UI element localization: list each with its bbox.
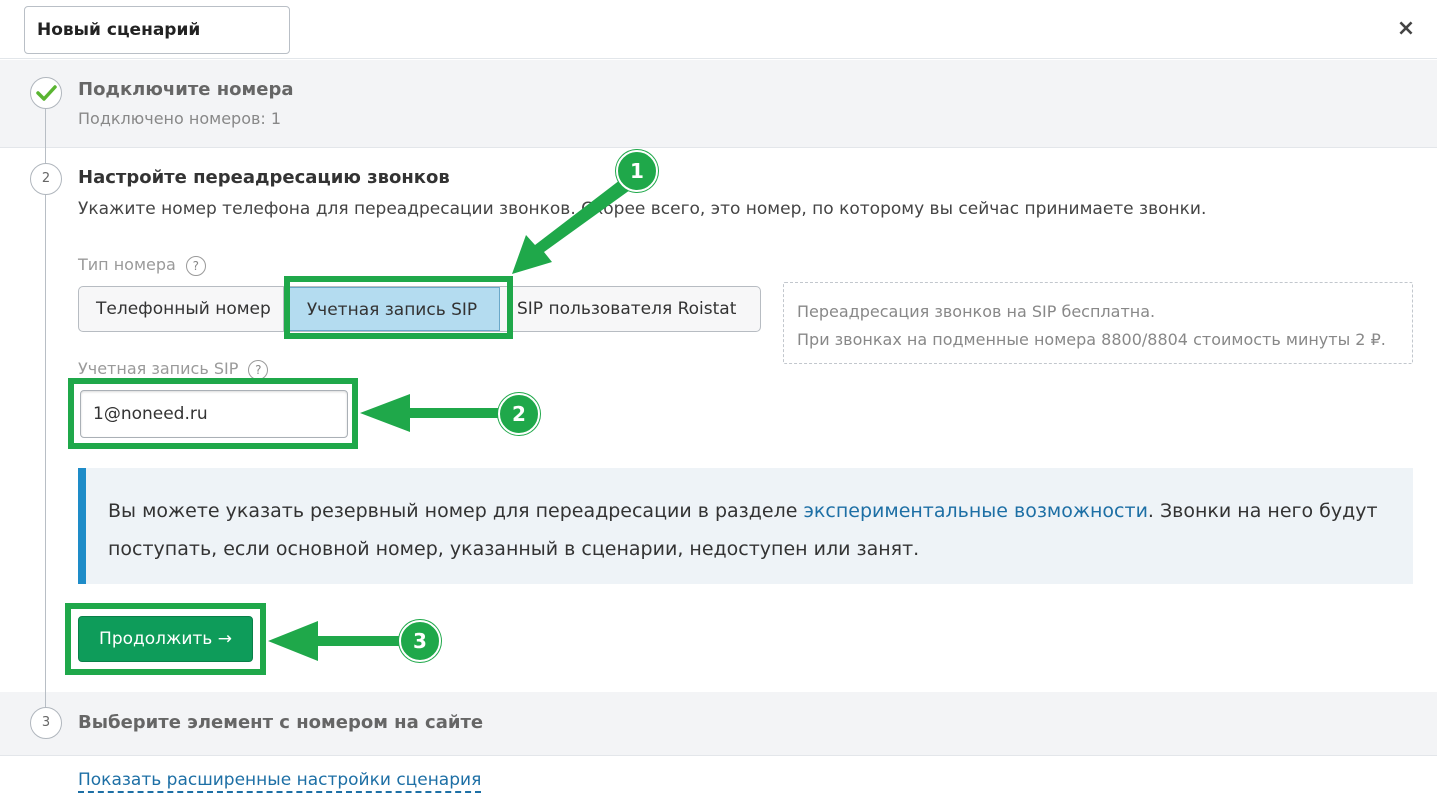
scenario-name-input[interactable]: Новый сценарий — [24, 6, 290, 54]
hint-line-2: При звонках на подменные номера 8800/880… — [797, 330, 1386, 349]
hint-line-1: Переадресация звонков на SIP бесплатна. — [797, 302, 1156, 321]
type-roistat-sip-button[interactable]: SIP пользователя Roistat — [500, 287, 760, 331]
sip-hint-box: Переадресация звонков на SIP бесплатна. … — [783, 282, 1413, 364]
close-icon[interactable]: × — [1393, 16, 1419, 42]
step-2-description: Укажите номер телефона для переадресации… — [78, 199, 1207, 219]
help-icon[interactable]: ? — [185, 255, 206, 276]
sip-account-label-text: Учетная запись SIP — [78, 359, 239, 378]
step-1-title: Подключите номера — [78, 79, 294, 100]
step-3-number: 3 — [30, 707, 62, 739]
highlight-box-1 — [284, 276, 513, 339]
type-phone-number-button[interactable]: Телефонный номер — [79, 287, 284, 331]
annotation-badge-2: 2 — [498, 393, 540, 435]
backup-number-info: Вы можете указать резервный номер для пе… — [78, 468, 1413, 584]
highlight-box-2 — [68, 378, 358, 449]
info-text-before: Вы можете указать резервный номер для пе… — [108, 500, 804, 522]
help-icon[interactable]: ? — [248, 359, 269, 380]
annotation-badge-3: 3 — [399, 620, 441, 662]
sip-account-label: Учетная запись SIP? — [78, 359, 269, 380]
check-icon — [30, 77, 62, 109]
highlight-box-3 — [65, 603, 266, 675]
annotation-badge-1: 1 — [616, 150, 658, 192]
step-2-number: 2 — [30, 163, 62, 195]
number-type-label-text: Тип номера — [78, 255, 176, 274]
steps-timeline-line — [45, 108, 46, 708]
step-2-title: Настройте переадресацию звонков — [78, 167, 450, 188]
step-3-title: Выберите элемент с номером на сайте — [78, 712, 484, 733]
step-1-block — [0, 60, 1437, 148]
header: Новый сценарий × — [0, 0, 1437, 59]
step-1-subtitle: Подключено номеров: 1 — [78, 109, 282, 128]
experimental-features-link[interactable]: экспериментальные возможности — [803, 500, 1147, 522]
number-type-label: Тип номера? — [78, 255, 206, 276]
advanced-settings-link[interactable]: Показать расширенные настройки сценария — [78, 769, 482, 793]
